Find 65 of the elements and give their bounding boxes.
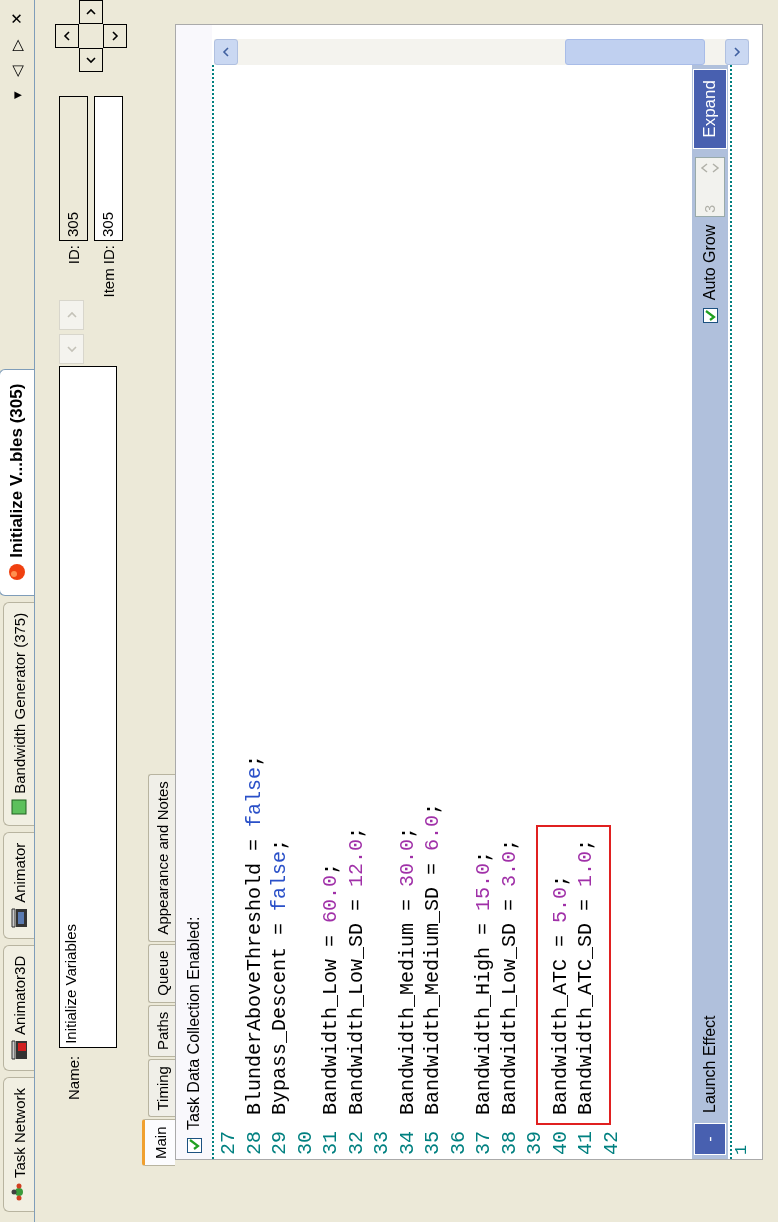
expand-button[interactable]: Expand bbox=[693, 69, 727, 149]
id-label: ID: bbox=[65, 245, 82, 267]
line-number: 38 bbox=[496, 1130, 522, 1157]
square-icon bbox=[11, 798, 27, 815]
tab-label: Animator bbox=[10, 842, 28, 903]
effect-label: Launch Effect bbox=[701, 1015, 719, 1113]
checkbox-label: Auto Grow bbox=[701, 224, 719, 301]
code-line: Bandwidth_Low_SD = 3.0; bbox=[496, 838, 522, 1115]
scroll-thumb[interactable] bbox=[565, 39, 705, 65]
code-line: Bandwidth_Low = 60.0; bbox=[318, 862, 343, 1115]
tab-control-button[interactable]: ▷ bbox=[8, 39, 26, 51]
code-line: Bandwidth_Medium = 30.0; bbox=[394, 826, 420, 1115]
tab-label: Task Network bbox=[10, 1087, 28, 1178]
code-line: Bypass_Descent = false; bbox=[267, 838, 292, 1115]
document-tab[interactable]: Animator3D bbox=[3, 944, 34, 1071]
checkbox[interactable] bbox=[186, 1138, 202, 1153]
code-editor[interactable]: 1 bbox=[730, 65, 751, 1159]
name-field[interactable]: Initialize Variables bbox=[59, 365, 117, 1048]
tab[interactable]: Appearance and Notes bbox=[148, 774, 175, 942]
checkbox[interactable] bbox=[702, 308, 718, 324]
tab-label: Initialize V...bles (305) bbox=[7, 383, 27, 558]
tab[interactable]: Main bbox=[142, 1119, 175, 1166]
line-number: 40 bbox=[547, 1130, 573, 1157]
code-line: BlunderAboveThreshold = false; bbox=[241, 754, 267, 1115]
line-number: 36 bbox=[445, 1130, 471, 1157]
tab[interactable]: Paths bbox=[148, 1004, 175, 1058]
item-id-label: Item ID: bbox=[100, 245, 117, 298]
tab-control-button[interactable]: ▾ bbox=[8, 91, 26, 99]
tab-control-button[interactable]: ◁ bbox=[8, 65, 26, 77]
line-number: 37 bbox=[471, 1130, 496, 1157]
clapper-icon bbox=[10, 907, 28, 928]
item-id-field[interactable]: 305 bbox=[94, 96, 123, 241]
code-line: Bandwidth_ATC = 5.0; bbox=[547, 874, 573, 1115]
document-tab[interactable]: Bandwidth Generator (375) bbox=[3, 601, 34, 826]
line-number: 31 bbox=[318, 1130, 343, 1157]
document-tab[interactable]: Initialize V...bles (305) bbox=[0, 368, 34, 596]
code-line: Bandwidth_Medium_SD = 6.0; bbox=[420, 802, 445, 1115]
collapse-button[interactable]: - bbox=[694, 1123, 726, 1155]
document-tab[interactable]: Animator bbox=[3, 831, 34, 939]
document-tab[interactable]: Task Network bbox=[3, 1076, 34, 1212]
tab-label: Animator3D bbox=[10, 955, 28, 1035]
code-line: Bandwidth_ATC_SD = 1.0; bbox=[573, 838, 598, 1115]
line-number: 39 bbox=[522, 1130, 547, 1157]
line-number: 35 bbox=[420, 1130, 445, 1157]
line-number: 34 bbox=[394, 1130, 420, 1157]
scrollbar[interactable] bbox=[214, 39, 749, 65]
line-number: 30 bbox=[292, 1130, 318, 1157]
tab[interactable]: Timing bbox=[148, 1059, 175, 1118]
line-number: 32 bbox=[343, 1130, 369, 1157]
line-number: 28 bbox=[241, 1130, 267, 1157]
circle-icon bbox=[8, 562, 26, 581]
line-number: 1 bbox=[732, 1144, 751, 1155]
clapper-icon bbox=[10, 1039, 28, 1060]
line-number: 41 bbox=[573, 1130, 598, 1157]
code-line: Bandwidth_Low_SD = 12.0; bbox=[343, 826, 369, 1115]
checkbox-label: Task Data Collection Enabled: bbox=[185, 916, 203, 1130]
line-number: 33 bbox=[369, 1130, 394, 1157]
line-number: 42 bbox=[598, 1130, 624, 1157]
name-label: Name: bbox=[65, 1055, 82, 1100]
line-number: 29 bbox=[267, 1130, 292, 1157]
tab-control-button[interactable]: ✕ bbox=[8, 12, 26, 25]
tab-label: Bandwidth Generator (375) bbox=[10, 612, 28, 794]
line-number: 27 bbox=[216, 1130, 241, 1157]
tab[interactable]: Queue bbox=[148, 943, 175, 1003]
code-line: Bandwidth_High = 15.0; bbox=[471, 850, 496, 1115]
